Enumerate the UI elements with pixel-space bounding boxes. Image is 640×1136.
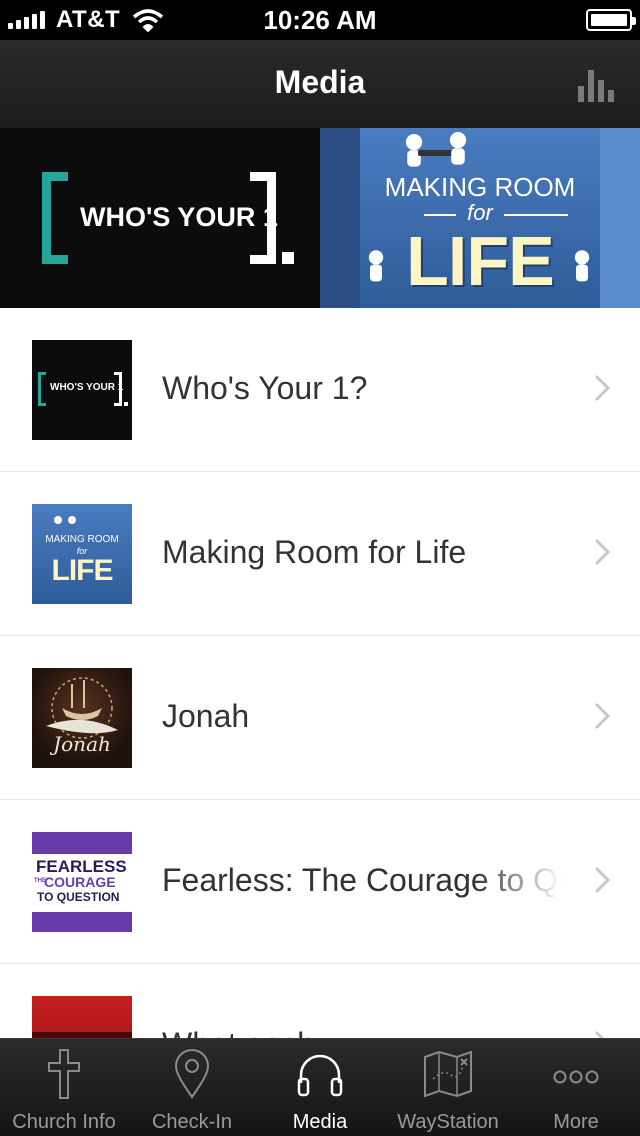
tab-label: WayStation: [397, 1111, 499, 1133]
series-title: Fearless: The Courage to Question: [162, 862, 562, 898]
tab-waystation[interactable]: WayStation: [384, 1039, 512, 1136]
banner-slide-making-room[interactable]: MAKING ROOM for LIFE: [320, 128, 640, 308]
tab-label: Church Info: [12, 1111, 116, 1133]
thumb-title: Jonah: [53, 732, 111, 756]
chevron-right-icon: [594, 866, 610, 894]
figure-graphic: [574, 250, 590, 282]
series-thumbnail: WHO'S YOUR 1: [32, 340, 132, 440]
banner-slide-whos-your-1[interactable]: WHO'S YOUR 1: [0, 128, 320, 308]
location-pin-icon: [174, 1049, 210, 1099]
series-thumbnail: Jonah: [32, 668, 132, 768]
headphones-icon: [297, 1054, 343, 1097]
cross-icon: [48, 1049, 80, 1099]
tab-bar: Church Info Check-In Media WayStation Mo…: [0, 1038, 640, 1136]
list-item[interactable]: Jonah Jonah: [0, 636, 640, 800]
tab-check-in[interactable]: Check-In: [128, 1039, 256, 1136]
banner-side-right: [600, 128, 640, 308]
banner-whos-your-1-title: WHO'S YOUR 1: [80, 202, 278, 232]
banner-life-text: LIFE: [406, 222, 555, 300]
series-thumbnail: FEARLESS THE COURAGE TO QUESTION: [32, 832, 132, 932]
bracket-left-graphic: [42, 172, 68, 264]
divider-line: [504, 214, 568, 216]
battery-icon: [586, 9, 636, 31]
tab-label: Media: [292, 1111, 348, 1133]
thumb-title: WHO'S YOUR 1: [50, 382, 124, 393]
status-bar: AT&T 10:26 AM: [0, 0, 640, 40]
banner-making-room-title: MAKING ROOM: [384, 172, 576, 202]
figure-graphic: [368, 250, 384, 282]
figure-graphic: [449, 132, 467, 165]
tab-church-info[interactable]: Church Info: [0, 1039, 128, 1136]
banner-side-left: [320, 128, 360, 308]
tab-label: Check-In: [151, 1111, 233, 1133]
list-item[interactable]: FEARLESS THE COURAGE TO QUESTION Fearles…: [0, 800, 640, 964]
period-dot-graphic: [282, 252, 294, 264]
thumb-subtitle: COURAGE: [44, 874, 116, 890]
status-time: 10:26 AM: [263, 5, 377, 35]
tab-more[interactable]: More: [512, 1039, 640, 1136]
stats-bar-chart-icon[interactable]: [578, 70, 614, 102]
series-thumbnail: MAKING ROOM for LIFE: [32, 504, 132, 604]
tab-label: More: [553, 1111, 599, 1133]
chevron-right-icon: [594, 538, 610, 566]
list-item[interactable]: WHO'S YOUR 1 Who's Your 1?: [0, 308, 640, 472]
bracket-right-graphic: [250, 172, 276, 264]
series-title: Jonah: [162, 698, 250, 734]
series-title: Who's Your 1?: [162, 370, 368, 406]
chevron-right-icon: [594, 702, 610, 730]
chevron-right-icon: [594, 374, 610, 402]
more-dots-icon: [553, 1070, 599, 1084]
map-icon: [424, 1050, 472, 1098]
thumb-life-text: LIFE: [51, 554, 114, 587]
navigation-bar: Media: [0, 40, 640, 128]
list-item[interactable]: MAKING ROOM for LIFE Making Room for Lif…: [0, 472, 640, 636]
series-title: Making Room for Life: [162, 534, 467, 570]
page-title: Media: [274, 64, 366, 100]
featured-banner[interactable]: WHO'S YOUR 1 MAKING ROOM for LIFE: [0, 128, 640, 308]
thumb-title: MAKING ROOM: [45, 534, 119, 545]
tab-media[interactable]: Media: [256, 1039, 384, 1136]
thumb-subtitle-2: TO QUESTION: [37, 890, 120, 904]
